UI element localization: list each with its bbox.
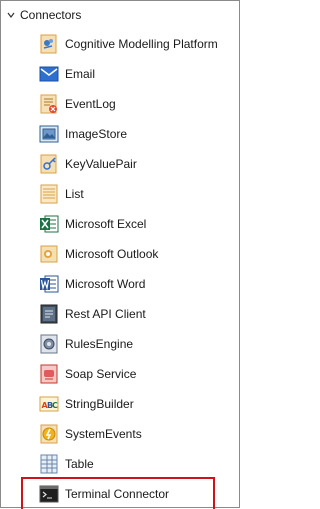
item-label: RulesEngine bbox=[65, 337, 134, 351]
chevron-down-icon[interactable] bbox=[5, 9, 17, 21]
item-label: Email bbox=[65, 67, 96, 81]
table-icon bbox=[39, 454, 59, 474]
list-item-table[interactable]: Table bbox=[39, 449, 235, 479]
connectors-panel: Connectors Cognitive Modelling Platform bbox=[0, 0, 240, 509]
item-label: EventLog bbox=[65, 97, 116, 111]
item-label: Microsoft Outlook bbox=[65, 247, 159, 261]
connector-list: Cognitive Modelling Platform Email Event… bbox=[21, 29, 235, 509]
item-label: KeyValuePair bbox=[65, 157, 137, 171]
terminal-icon bbox=[39, 484, 59, 504]
item-label: Cognitive Modelling Platform bbox=[65, 37, 218, 51]
list-item-email[interactable]: Email bbox=[39, 59, 235, 89]
item-label: SystemEvents bbox=[65, 427, 142, 441]
item-label: Table bbox=[65, 457, 94, 471]
email-icon bbox=[39, 64, 59, 84]
item-label: ImageStore bbox=[65, 127, 128, 141]
item-label: Rest API Client bbox=[65, 307, 146, 321]
list-item-rest-api-client[interactable]: Rest API Client bbox=[39, 299, 235, 329]
list-item-rulesengine[interactable]: RulesEngine bbox=[39, 329, 235, 359]
list-item-eventlog[interactable]: EventLog bbox=[39, 89, 235, 119]
list-item-stringbuilder[interactable]: A B C StringBuilder bbox=[39, 389, 235, 419]
list-item-keyvaluepair[interactable]: KeyValuePair bbox=[39, 149, 235, 179]
stringbuilder-icon: A B C bbox=[39, 394, 59, 414]
group-label: Connectors bbox=[20, 8, 82, 22]
imagestore-icon bbox=[39, 124, 59, 144]
list-icon bbox=[39, 184, 59, 204]
list-item-microsoft-word[interactable]: Microsoft Word bbox=[39, 269, 235, 299]
item-label: Microsoft Excel bbox=[65, 217, 147, 231]
rest-api-icon bbox=[39, 304, 59, 324]
list-item-terminal-connector[interactable]: Terminal Connector bbox=[21, 477, 215, 509]
excel-icon bbox=[39, 214, 59, 234]
item-label: List bbox=[65, 187, 84, 201]
list-item-soap-service[interactable]: Soap Service bbox=[39, 359, 235, 389]
list-item-microsoft-excel[interactable]: Microsoft Excel bbox=[39, 209, 235, 239]
cognitive-icon bbox=[39, 34, 59, 54]
list-item-cognitive-modelling-platform[interactable]: Cognitive Modelling Platform bbox=[39, 29, 235, 59]
soap-icon bbox=[39, 364, 59, 384]
item-label: Terminal Connector bbox=[65, 487, 170, 501]
eventlog-icon bbox=[39, 94, 59, 114]
list-item-list[interactable]: List bbox=[39, 179, 235, 209]
rulesengine-icon bbox=[39, 334, 59, 354]
item-label: Soap Service bbox=[65, 367, 137, 381]
keyvaluepair-icon bbox=[39, 154, 59, 174]
list-item-imagestore[interactable]: ImageStore bbox=[39, 119, 235, 149]
word-icon bbox=[39, 274, 59, 294]
svg-text:C: C bbox=[52, 401, 58, 410]
systemevents-icon bbox=[39, 424, 59, 444]
connectors-group-header[interactable]: Connectors bbox=[5, 5, 81, 25]
item-label: Microsoft Word bbox=[65, 277, 146, 291]
list-item-microsoft-outlook[interactable]: Microsoft Outlook bbox=[39, 239, 235, 269]
outlook-icon bbox=[39, 244, 59, 264]
list-item-systemevents[interactable]: SystemEvents bbox=[39, 419, 235, 449]
item-label: StringBuilder bbox=[65, 397, 134, 411]
